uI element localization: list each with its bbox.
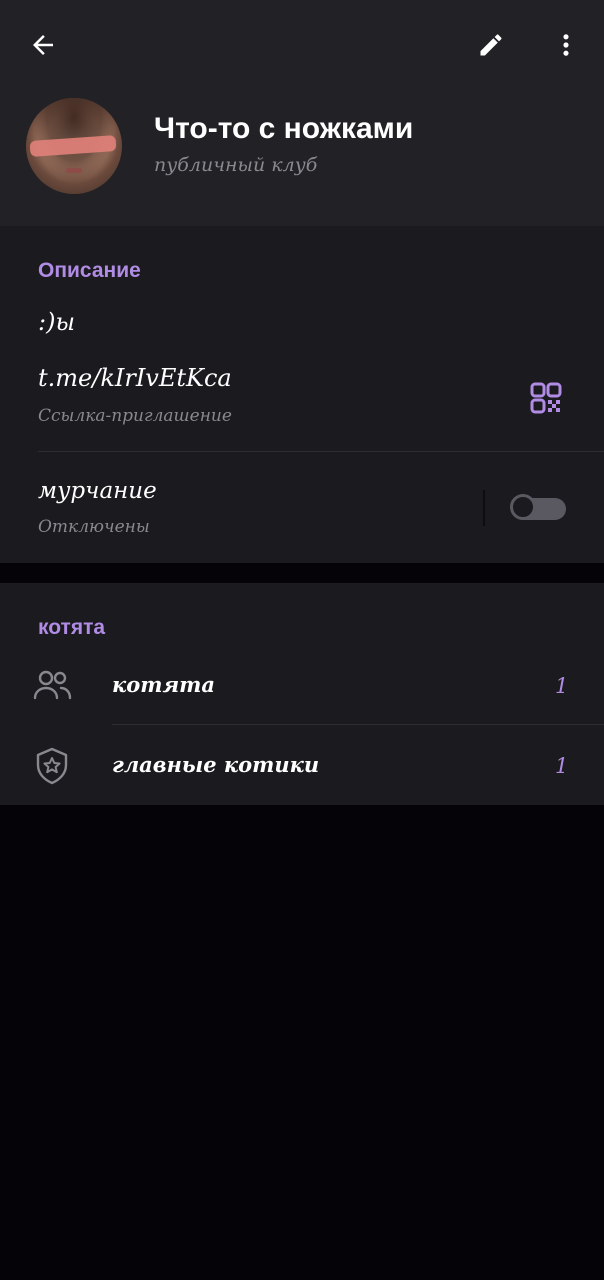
qr-code-icon: [530, 382, 562, 414]
notifications-status: Отключены: [38, 517, 150, 537]
row-admins-count: 1: [555, 754, 569, 778]
group-avatar[interactable]: [26, 98, 122, 194]
invite-link-label: Ссылка-приглашение: [38, 406, 232, 426]
members-heading: котята: [38, 616, 106, 639]
arrow-left-icon: [33, 35, 53, 55]
qr-code-button[interactable]: [528, 380, 564, 416]
more-vertical-icon: [563, 34, 569, 56]
notifications-title[interactable]: мурчание: [38, 478, 157, 504]
row-admins-label[interactable]: главные котики: [112, 752, 319, 777]
row-kittens-count: 1: [555, 674, 569, 698]
shield-star-icon: [34, 746, 70, 790]
profile-header: Что-то с ножками публичный клуб: [0, 0, 604, 226]
divider: [38, 451, 604, 452]
pencil-icon: [480, 34, 502, 56]
back-button[interactable]: [22, 24, 64, 66]
description-heading: Описание: [38, 259, 141, 282]
edit-button[interactable]: [470, 24, 512, 66]
invite-link[interactable]: t.me/kIrIvEtKca: [38, 364, 232, 392]
divider: [112, 724, 604, 725]
notifications-toggle[interactable]: [510, 494, 566, 522]
group-title: Что-то с ножками: [154, 112, 414, 145]
group-type: публичный клуб: [154, 154, 318, 176]
divider: [483, 490, 485, 526]
more-button[interactable]: [546, 24, 586, 66]
description-text: :)ы: [38, 308, 75, 336]
people-icon: [32, 668, 72, 708]
row-kittens-label[interactable]: котята: [112, 672, 215, 697]
